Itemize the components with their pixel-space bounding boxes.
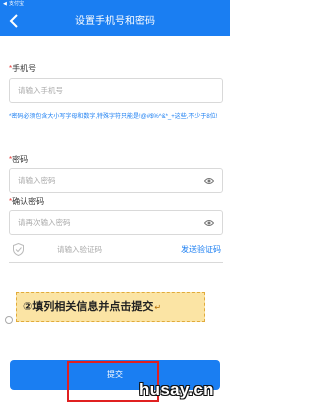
return-mark-icon: ↵ — [154, 303, 162, 312]
eye-icon[interactable] — [204, 177, 214, 185]
send-code-button[interactable]: 发送验证码 — [181, 244, 221, 255]
instruction-annotation: ②填列相关信息并点击提交↵ — [16, 292, 205, 322]
confirm-password-label: *确认密码 — [9, 196, 44, 207]
agreement-radio[interactable] — [5, 316, 13, 324]
watermark: husay.cn — [139, 380, 214, 399]
password-input[interactable]: 请输入密码 — [9, 168, 223, 193]
status-bar: ◀ 支付宝 — [0, 0, 230, 8]
password-placeholder: 请输入密码 — [18, 176, 56, 185]
password-label: *密码 — [9, 154, 28, 165]
phone-input[interactable]: 请输入手机号 — [9, 78, 223, 103]
page-title: 设置手机号和密码 — [75, 16, 155, 27]
confirm-password-placeholder: 请再次输入密码 — [18, 218, 71, 227]
annotation-text: ②填列相关信息并点击提交 — [23, 301, 154, 313]
title-bar: 设置手机号和密码 — [0, 8, 230, 36]
eye-icon[interactable] — [204, 219, 214, 227]
verify-code-row: 请输入验证码 发送验证码 — [9, 238, 223, 263]
status-app-name: 支付宝 — [9, 1, 25, 7]
shield-icon — [13, 243, 24, 256]
password-label-text: 密码 — [12, 155, 29, 164]
confirm-password-label-text: 确认密码 — [12, 197, 45, 206]
phone-label-text: 手机号 — [12, 64, 37, 73]
password-hint: *密码必须包含大小写字母和数字,特殊字符只能是!@#$%^&*_+这些,不少于8… — [9, 114, 218, 120]
verify-code-input[interactable]: 请输入验证码 — [57, 244, 102, 255]
confirm-password-input[interactable]: 请再次输入密码 — [9, 210, 223, 235]
app-icon: ◀ — [3, 1, 7, 7]
phone-label: *手机号 — [9, 63, 36, 74]
